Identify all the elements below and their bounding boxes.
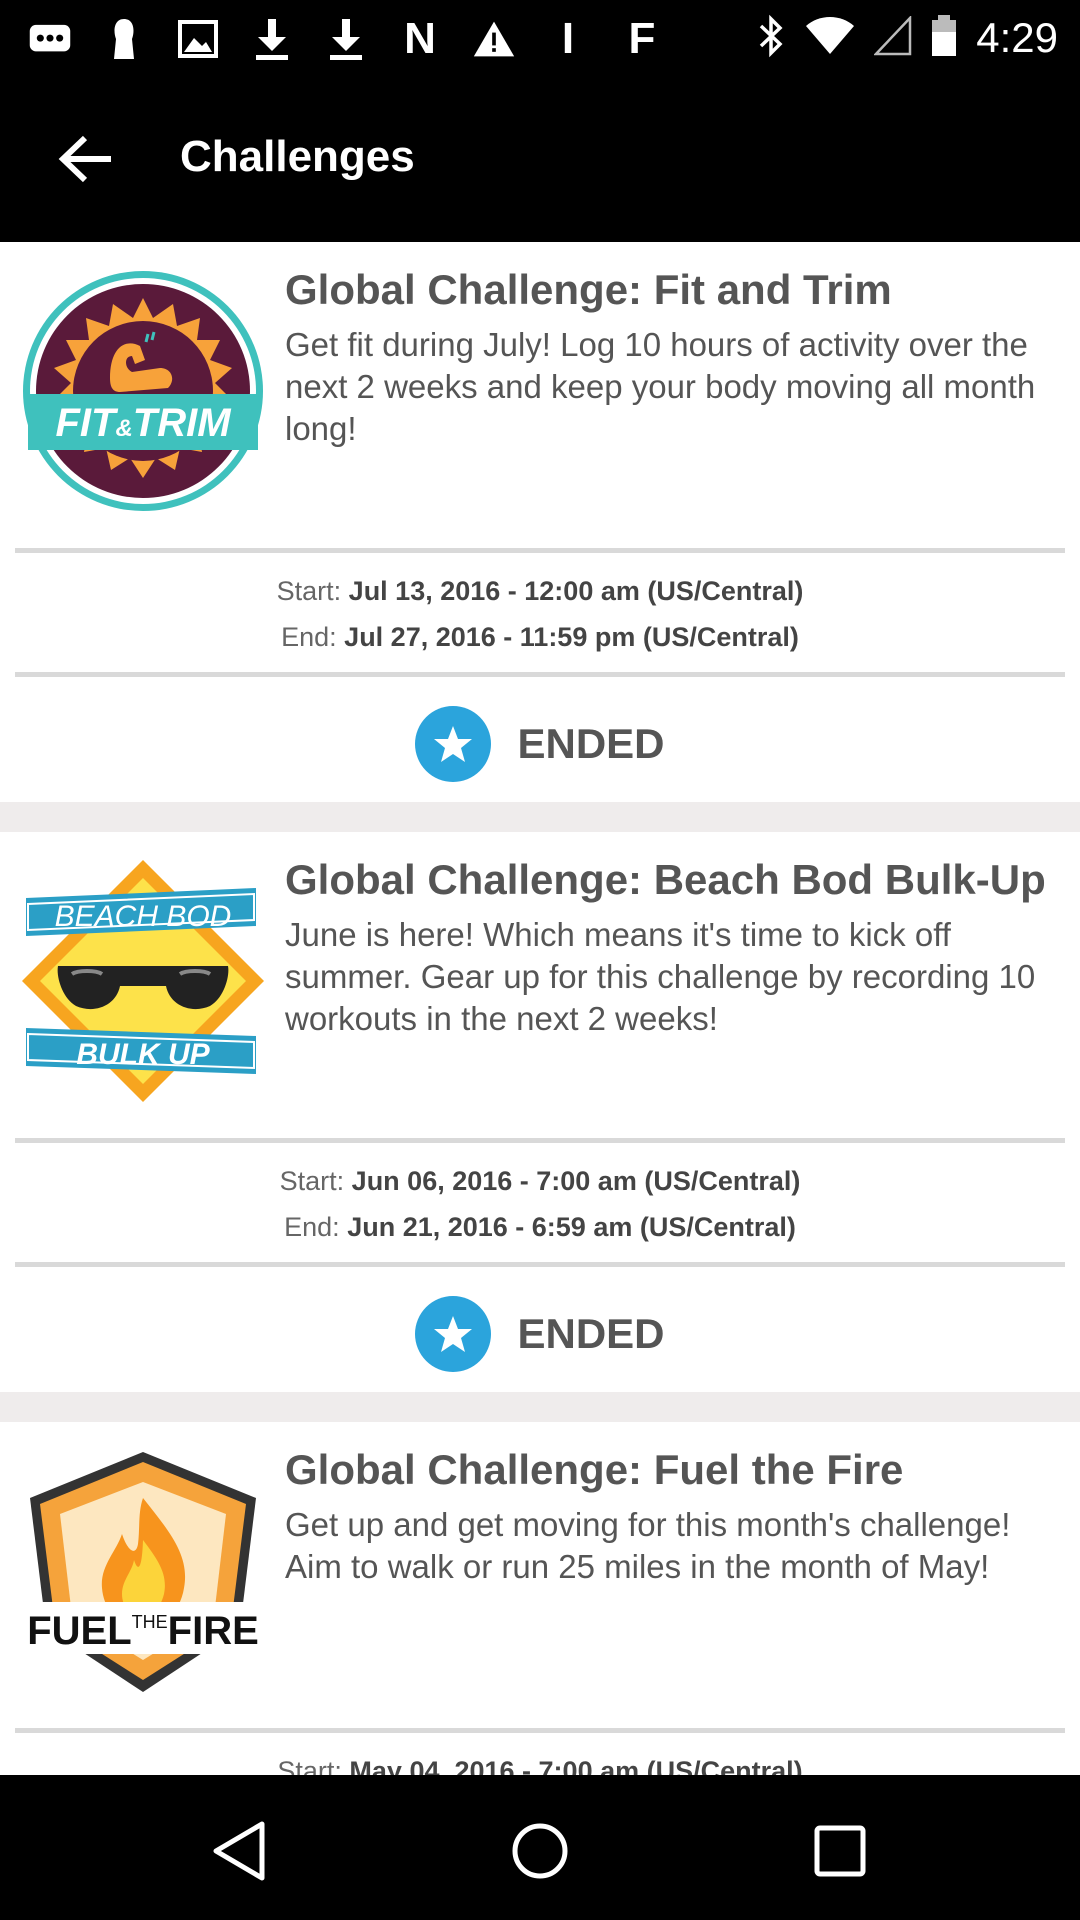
end-date: Jun 21, 2016 - 6:59 am (US/Central) [347, 1212, 796, 1242]
challenge-card[interactable]: BEACH BOD BULK UP Global Challenge: Beac… [0, 832, 1080, 1392]
badge-text: FIT [55, 401, 119, 445]
page-title: Challenges [180, 132, 415, 181]
svg-text:FIT&TRIM: FIT&TRIM [55, 401, 232, 445]
star-icon [415, 706, 492, 782]
badge-text: & [115, 415, 132, 442]
ghost-icon [102, 17, 146, 61]
end-date: Jul 27, 2016 - 11:59 pm (US/Central) [344, 622, 799, 652]
beach-bod-badge: BEACH BOD BULK UP [20, 858, 266, 1104]
start-date: Jun 06, 2016 - 7:00 am (US/Central) [351, 1166, 801, 1196]
download-icon [324, 17, 368, 61]
fuel-fire-badge: FUELTHEFIRE [20, 1448, 266, 1694]
challenge-status: ENDED [0, 1294, 1080, 1374]
message-icon [28, 17, 72, 61]
challenge-title[interactable]: Global Challenge: Fuel the Fire [285, 1446, 1066, 1494]
challenge-card[interactable]: FIT&TRIM Global Challenge: Fit and Trim … [0, 242, 1080, 802]
bluetooth-icon [756, 14, 786, 63]
challenge-description: Get fit during July! Log 10 hours of act… [285, 326, 1036, 447]
cell-signal-icon [873, 14, 912, 61]
start-label: Start: [277, 1756, 342, 1775]
challenge-status: ENDED [0, 704, 1080, 784]
start-date: Jul 13, 2016 - 12:00 am (US/Central) [348, 576, 804, 606]
challenge-description: June is here! Which means it's time to k… [285, 916, 1036, 1037]
challenge-dates: Start: May 04, 2016 - 7:00 am (US/Centra… [0, 1748, 1080, 1775]
clock: 4:29 [976, 14, 1058, 61]
navigation-bar [0, 1775, 1080, 1920]
nav-recents-icon [814, 1825, 866, 1877]
battery-icon [930, 14, 958, 63]
notification-icons: N I F [28, 14, 664, 64]
fit-trim-badge: FIT&TRIM [20, 268, 266, 514]
nav-back-button[interactable] [200, 1811, 280, 1891]
badge-text: TRIM [133, 401, 232, 445]
challenge-title[interactable]: Global Challenge: Fit and Trim [285, 266, 1066, 314]
download-icon [250, 17, 294, 61]
start-label: Start: [276, 576, 342, 606]
status-bar: N I F 4:29 [0, 0, 1080, 76]
badge-text: BEACH BOD [55, 900, 232, 933]
start-date: May 04, 2016 - 7:00 am (US/Central) [349, 1756, 803, 1775]
challenge-card[interactable]: FUELTHEFIRE Global Challenge: Fuel the F… [0, 1422, 1080, 1775]
nav-recents-button[interactable] [800, 1811, 880, 1891]
star-icon [415, 1296, 492, 1372]
back-button[interactable] [50, 124, 120, 194]
nav-home-button[interactable] [500, 1811, 580, 1891]
badge-text: FIRE [168, 1609, 259, 1653]
challenge-dates: Start: Jul 13, 2016 - 12:00 am (US/Centr… [0, 568, 1080, 660]
divider [15, 1138, 1065, 1143]
badge-text: BULK UP [76, 1038, 210, 1071]
system-status: 4:29 [756, 10, 1058, 66]
divider [15, 1728, 1065, 1733]
nav-back-icon [213, 1821, 265, 1881]
challenge-title[interactable]: Global Challenge: Beach Bod Bulk-Up [285, 856, 1066, 904]
badge-text: FUEL [27, 1609, 131, 1653]
end-label: End: [284, 1212, 340, 1242]
arrow-back-icon [58, 135, 111, 183]
end-label: End: [281, 622, 337, 652]
app-bar: Challenges [0, 76, 1080, 242]
wifi-icon [804, 16, 856, 61]
warning-icon [472, 17, 516, 61]
challenge-dates: Start: Jun 06, 2016 - 7:00 am (US/Centra… [0, 1158, 1080, 1250]
image-icon [176, 17, 220, 61]
divider [15, 672, 1065, 677]
challenge-description: Get up and get moving for this month's c… [285, 1506, 1011, 1585]
badge-text: THE [132, 1612, 168, 1632]
fitness-letter-icon: F [628, 14, 656, 63]
info-icon: I [561, 14, 575, 63]
status-text: ENDED [517, 1310, 665, 1357]
nav-home-icon [512, 1823, 568, 1879]
divider [15, 548, 1065, 553]
start-label: Start: [279, 1166, 345, 1196]
nfc-letter-icon: N [404, 14, 436, 63]
divider [15, 1262, 1065, 1267]
challenge-list[interactable]: FIT&TRIM Global Challenge: Fit and Trim … [0, 242, 1080, 1775]
status-text: ENDED [517, 720, 665, 767]
